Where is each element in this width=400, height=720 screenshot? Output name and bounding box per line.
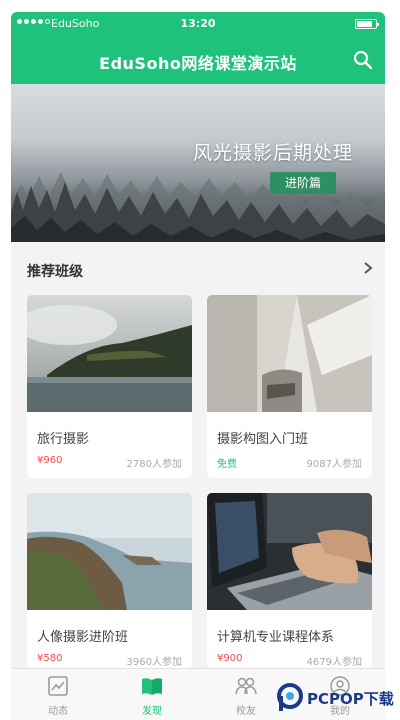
tab-activity[interactable]: 动态: [11, 669, 105, 720]
class-price: ¥900: [217, 653, 243, 664]
chevron-right-icon[interactable]: [361, 260, 375, 276]
class-thumbnail: [207, 295, 372, 412]
search-icon: [353, 50, 373, 70]
class-card[interactable]: 摄影构图入门班 免费 9087人参加: [207, 295, 372, 478]
banner-title: 风光摄影后期处理: [192, 142, 353, 164]
activity-icon: [48, 676, 68, 696]
pcpop-logo-icon: [277, 683, 303, 711]
class-joined-count: 3960人参加: [126, 657, 182, 668]
app-header: EduSoho 13:20 EduSoho网络课堂演示站: [11, 12, 385, 84]
class-card[interactable]: 计算机专业课程体系 ¥900 4679人参加: [207, 493, 372, 668]
class-card[interactable]: 人像摄影进阶班 ¥580 3960人参加: [27, 493, 192, 668]
class-price: ¥960: [37, 455, 63, 466]
recommended-classes-header[interactable]: 推荐班级: [11, 242, 385, 292]
class-title: 摄影构图入门班: [217, 432, 309, 447]
tab-label: 动态: [48, 706, 68, 717]
class-card[interactable]: 旅行摄影 ¥960 2780人参加: [27, 295, 192, 478]
class-joined-count: 4679人参加: [306, 657, 362, 668]
battery-icon: [355, 19, 379, 29]
tab-label: 发现: [142, 706, 162, 717]
search-button[interactable]: [351, 48, 375, 72]
class-title: 旅行摄影: [37, 432, 90, 447]
promo-banner[interactable]: 风光摄影后期处理 进阶篇: [11, 84, 385, 242]
class-title: 人像摄影进阶班: [37, 630, 129, 645]
section-title: 推荐班级: [27, 264, 83, 280]
status-time: 13:20: [180, 17, 216, 30]
site-watermark: PCPOP下载: [276, 682, 394, 714]
class-thumbnail: [207, 493, 372, 610]
page-title: EduSoho网络课堂演示站: [99, 54, 297, 73]
class-title: 计算机专业课程体系: [217, 630, 335, 645]
class-joined-count: 9087人参加: [306, 459, 362, 470]
class-price: 免费: [217, 459, 237, 470]
class-thumbnail: [27, 493, 192, 610]
banner-tag: 进阶篇: [270, 172, 336, 194]
tab-discover[interactable]: 发现: [105, 669, 199, 720]
friends-icon: [235, 677, 257, 695]
status-bar: EduSoho 13:20: [11, 12, 385, 36]
class-price: ¥580: [37, 653, 63, 664]
class-thumbnail: [27, 295, 192, 412]
book-icon: [142, 678, 162, 695]
class-joined-count: 2780人参加: [126, 459, 182, 470]
app-screen: EduSoho 13:20 EduSoho网络课堂演示站 风光摄影后期处理 进阶…: [11, 12, 385, 720]
watermark-text: PCPOP下载: [307, 689, 394, 708]
